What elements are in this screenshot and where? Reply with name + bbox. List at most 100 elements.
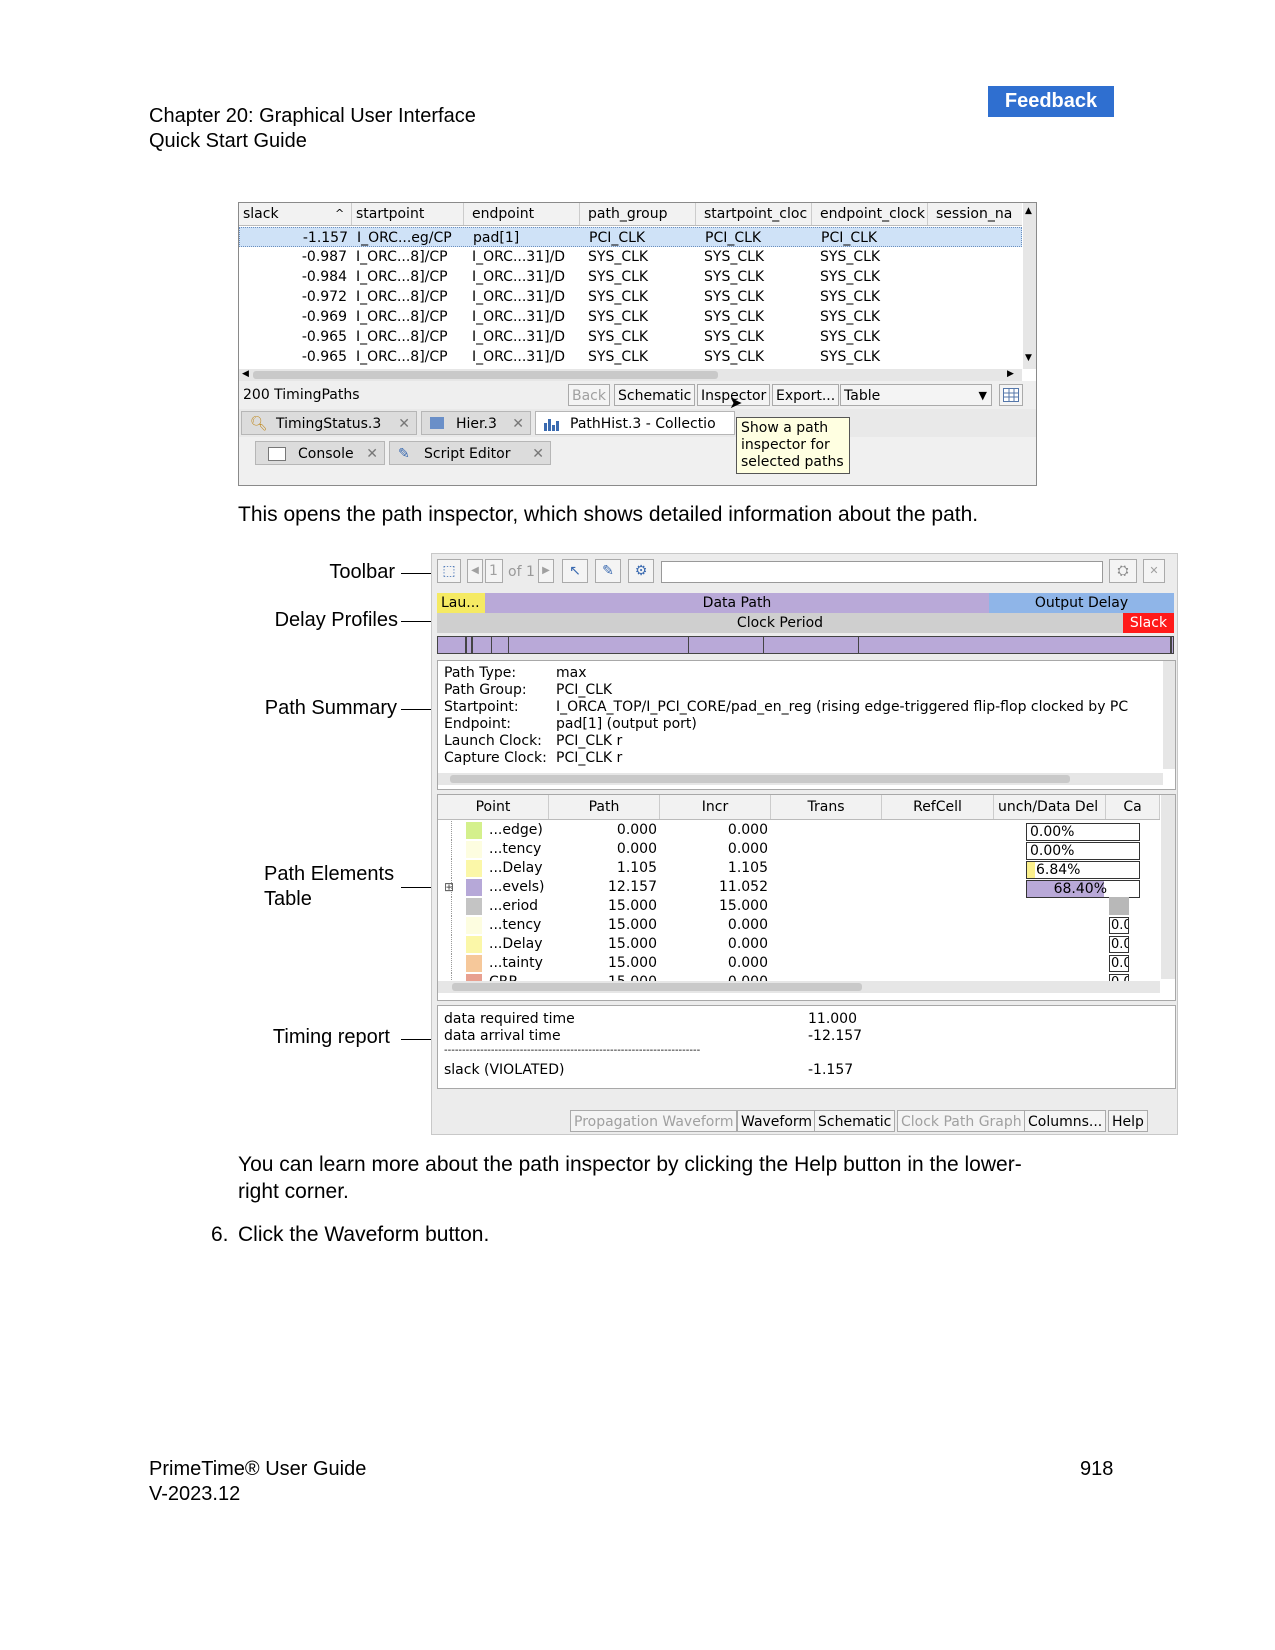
slack-value: -1.157 [808, 1062, 854, 1078]
table-cell: I_ORC...8]/CP [356, 269, 448, 285]
page-number-input[interactable]: 1 [485, 559, 503, 583]
tab-console[interactable]: Console ✕ [255, 441, 385, 465]
table-row[interactable]: -0.972 I_ORC...8]/CP I_ORC...31]/D SYS_CLK S… [239, 287, 1022, 307]
close-icon[interactable]: ✕ [398, 412, 410, 436]
help-button[interactable]: Help [1108, 1110, 1148, 1132]
edit-icon[interactable]: ✎ [595, 559, 621, 583]
table-row[interactable]: -0.984 I_ORC...8]/CP I_ORC...31]/D SYS_CLK S… [239, 267, 1022, 287]
summary-vscroll[interactable] [1163, 661, 1175, 769]
columns-button[interactable]: Columns... [1024, 1110, 1107, 1132]
paragraph-help-line2: right corner. [238, 1180, 349, 1203]
scroll-down-icon[interactable]: ▼ [1025, 353, 1032, 363]
table-settings-icon[interactable] [999, 384, 1023, 406]
magnifier-icon: 🔍︎ [250, 416, 268, 432]
column-header-endpoint-clock[interactable]: endpoint_clock [816, 203, 928, 225]
slack-segment[interactable]: Slack [1123, 613, 1174, 633]
timing-report-panel: data required time 11.000 data arrival t… [437, 1005, 1176, 1089]
gear-icon[interactable]: ⚙ [628, 559, 654, 583]
column-header-startpoint-clock[interactable]: startpoint_cloc [700, 203, 812, 225]
column-header-slack[interactable]: slack ^ [239, 203, 352, 225]
table-cell: I_ORC...31]/D [472, 269, 566, 285]
column-header-endpoint[interactable]: endpoint [468, 203, 580, 225]
scroll-right-icon[interactable]: ▶ [1007, 369, 1014, 379]
column-header-startpoint[interactable]: startpoint [352, 203, 464, 225]
table-row[interactable]: ...tainty 15.000 0.000 [438, 954, 1160, 973]
table-row[interactable]: -0.965 I_ORC...8]/CP I_ORC...31]/D SYS_CLK S… [239, 347, 1022, 367]
data-path-segment[interactable]: Data Path [485, 593, 989, 613]
table-row[interactable]: -0.969 I_ORC...8]/CP I_ORC...31]/D SYS_CLK S… [239, 307, 1022, 327]
launch-segment[interactable]: Lau... [437, 593, 485, 613]
tree-line [451, 840, 464, 859]
required-time-value: 11.000 [808, 1011, 857, 1027]
elements-vscroll[interactable] [1161, 795, 1175, 979]
tab-path-histogram[interactable]: PathHist.3 - Collectio [535, 411, 735, 435]
table-row[interactable]: -0.965 I_ORC...8]/CP I_ORC...31]/D SYS_CLK S… [239, 327, 1022, 347]
summary-value: PCI_CLK [556, 682, 613, 698]
table-row[interactable]: -1.157 I_ORC...eg/CP pad[1] PCI_CLK PCI_CLK P… [239, 227, 1022, 247]
scroll-up-icon[interactable]: ▲ [1025, 206, 1032, 216]
table-row[interactable]: ...eriod 15.000 15.000 [438, 897, 1160, 916]
summary-hscroll[interactable] [438, 773, 1163, 785]
expand-icon[interactable]: ⊞ [444, 878, 454, 897]
elements-header: Point Path Incr Trans RefCell unch/Data Del Ca [438, 795, 1160, 820]
next-icon[interactable]: ▶ [538, 559, 554, 583]
horizontal-scrollbar[interactable]: ◀ ▶ [239, 369, 1022, 381]
table-cell: SYS_CLK [704, 289, 765, 305]
delay-profile-bar: Lau... Data Path Output Delay [437, 593, 1174, 613]
column-header[interactable]: Trans [771, 795, 882, 819]
vertical-scrollbar[interactable]: ▲ ▼ [1023, 203, 1036, 369]
waveform-button[interactable]: Waveform [737, 1110, 817, 1132]
path-value: 15.000 [608, 955, 657, 971]
column-header[interactable]: unch/Data Del [994, 795, 1106, 819]
table-row[interactable]: ...tency 15.000 0.000 [438, 916, 1160, 935]
scroll-thumb[interactable] [450, 775, 1070, 783]
callout-timing-report: Timing report [272, 1026, 390, 1048]
back-button[interactable]: Back [568, 384, 610, 406]
summary-label: Endpoint: [444, 716, 512, 732]
table-row[interactable]: -0.987 I_ORC...8]/CP I_ORC...31]/D SYS_CLK S… [239, 247, 1022, 267]
schematic-button[interactable]: Schematic [614, 384, 696, 406]
element-color-swatch [466, 822, 482, 839]
select-icon[interactable]: ⬚ [437, 559, 461, 583]
clear-icon[interactable]: ✕ [1143, 559, 1165, 583]
tab-script-editor[interactable]: ✎ Script Editor ✕ [389, 441, 551, 465]
summary-value: I_ORCA_TOP/I_PCI_CORE/pad_en_reg (rising… [556, 699, 1129, 715]
column-header-path-group[interactable]: path_group [584, 203, 696, 225]
column-header[interactable]: Path [549, 795, 660, 819]
table-row[interactable]: ...Delay 15.000 0.000 [438, 935, 1160, 954]
table-cell: -1.157 [302, 230, 348, 246]
clock-path-graph-button[interactable]: Clock Path Graph [897, 1110, 1026, 1132]
export-button[interactable]: Export... [772, 384, 840, 406]
path-element-strip[interactable] [437, 636, 1174, 654]
close-icon[interactable]: ✕ [366, 442, 378, 466]
capture-delay-cell: 0.0 [1109, 936, 1129, 953]
elements-hscroll[interactable] [438, 981, 1160, 993]
tab-timing-status[interactable]: 🔍︎ TimingStatus.3 ✕ [241, 411, 417, 435]
schematic-button[interactable]: Schematic [814, 1110, 896, 1132]
table-cell: pad[1] [473, 230, 520, 246]
column-header[interactable]: Incr [660, 795, 771, 819]
find-icon[interactable]: ⛭ [1109, 559, 1137, 583]
tab-hier[interactable]: Hier.3 ✕ [421, 411, 531, 435]
propagation-waveform-button[interactable]: Propagation Waveform [570, 1110, 738, 1132]
close-icon[interactable]: ✕ [512, 412, 524, 436]
output-delay-segment[interactable]: Output Delay [989, 593, 1174, 613]
column-header[interactable]: RefCell [882, 795, 994, 819]
column-header-session-name[interactable]: session_na [932, 203, 1020, 225]
scroll-left-icon[interactable]: ◀ [242, 369, 249, 379]
table-status-bar: 200 TimingPaths Back Schematic Inspector… [239, 381, 1036, 409]
cursor-icon[interactable]: ↖ [562, 559, 588, 583]
view-select[interactable]: Table ▼ [840, 384, 992, 406]
search-input[interactable] [661, 561, 1103, 583]
column-header[interactable]: Point [438, 795, 549, 819]
feedback-button[interactable]: Feedback [988, 86, 1114, 117]
delay-percent-bar: 0.00% [1026, 842, 1140, 860]
edit-icon: ✎ [398, 446, 410, 462]
clock-period-segment[interactable]: Clock Period [437, 613, 1123, 633]
tree-line [451, 916, 464, 935]
column-header[interactable]: Ca [1106, 795, 1160, 819]
previous-icon[interactable]: ◀ [467, 559, 483, 583]
close-icon[interactable]: ✕ [532, 442, 544, 466]
scroll-thumb[interactable] [452, 983, 862, 991]
scroll-thumb[interactable] [253, 371, 718, 379]
